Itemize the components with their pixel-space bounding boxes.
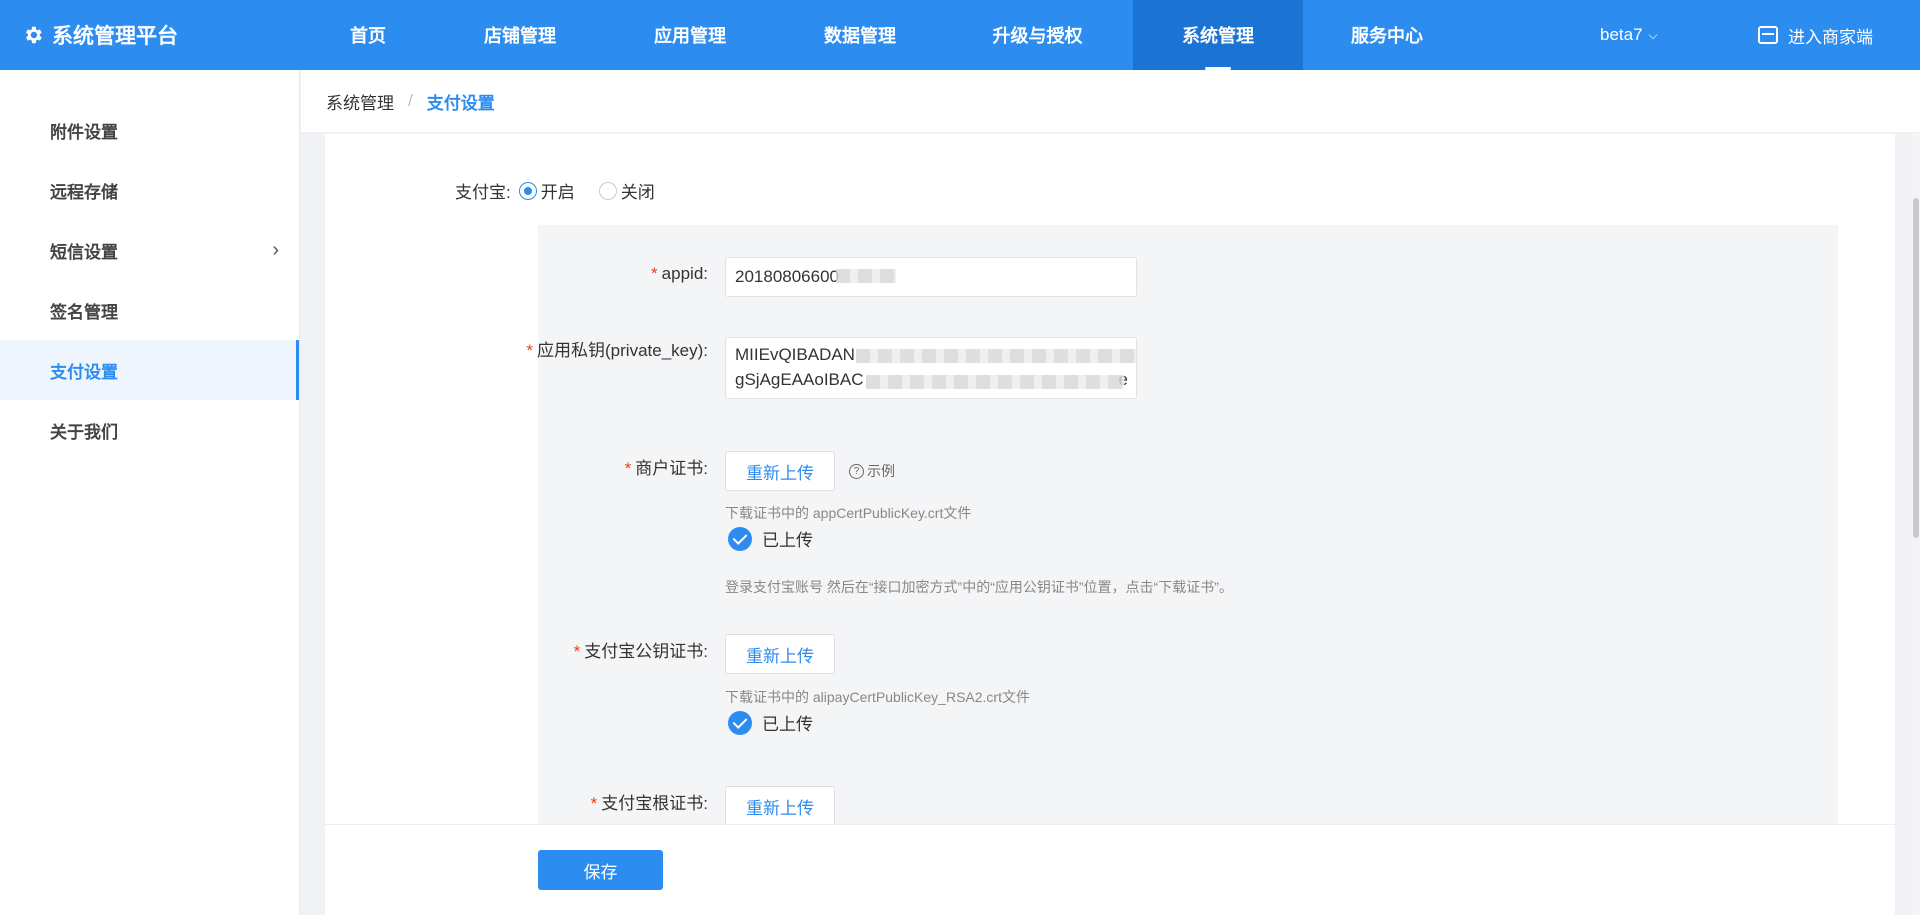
shop-icon (1758, 26, 1778, 44)
nav-store-management[interactable]: 店铺管理 (460, 0, 580, 70)
form-footer: 保存 (325, 824, 1895, 915)
appid-label-text: appid: (661, 264, 708, 283)
sidebar-item-label: 支付设置 (50, 362, 118, 382)
radio-on-label: 开启 (540, 183, 575, 202)
check-circle-icon (728, 526, 752, 551)
required-mark: * (651, 264, 658, 283)
required-mark: * (526, 341, 534, 360)
sidebar-item-label: 关于我们 (50, 422, 118, 442)
nav-data-management[interactable]: 数据管理 (800, 0, 920, 70)
alipay-root-cert-label-text: 支付宝根证书: (601, 794, 708, 813)
breadcrumb: 系统管理 / 支付设置 (301, 70, 1920, 133)
app-title: 系统管理平台 (52, 25, 178, 48)
radio-on[interactable]: 开启 (518, 178, 575, 203)
required-mark: * (590, 794, 598, 813)
alipay-pub-cert-hint: 下载证书中的 alipayCertPublicKey_RSA2.crt文件 (725, 689, 1030, 705)
breadcrumb-separator: / (408, 91, 413, 110)
alipay-pub-cert-uploaded-status: 已上传 (728, 710, 813, 735)
nav-system-management[interactable]: 系统管理 (1133, 0, 1303, 70)
app-logo[interactable]: 系统管理平台 (22, 0, 178, 70)
payment-settings-card: 支付宝: 开启 关闭 * appid: 20180806600 * 应用私钥(pri… (325, 134, 1895, 915)
private-key-textarea[interactable]: MIIEvQIBADAN gSjAgEAAoIBACe (725, 337, 1137, 399)
breadcrumb-current: 支付设置 (426, 93, 495, 113)
example-link[interactable]: ? 示例 (849, 461, 895, 481)
radio-off-indicator[interactable] (598, 181, 617, 200)
merchant-cert-label: * 商户证书: (508, 457, 708, 481)
scrollbar-thumb[interactable] (1913, 198, 1919, 538)
user-menu[interactable]: beta7 ⌵ (1600, 0, 1658, 70)
alipay-config-panel: * appid: 20180806600 * 应用私钥(private_key): … (526, 225, 1838, 826)
redaction-blur (836, 269, 896, 283)
sidebar-item-attachments[interactable]: 附件设置 (0, 100, 299, 160)
sidebar-item-label: 签名管理 (50, 302, 118, 322)
example-label: 示例 (867, 463, 895, 479)
sidebar-item-remote-storage[interactable]: 远程存储 (0, 160, 299, 220)
alipay-pub-cert-label: * 支付宝公钥证书: (508, 640, 708, 664)
redaction-blur (856, 349, 1136, 363)
alipay-toggle-row: 支付宝: 开启 关闭 (455, 178, 679, 203)
alipay-pub-cert-label-text: 支付宝公钥证书: (584, 642, 708, 661)
sidebar-item-label: 附件设置 (50, 122, 118, 142)
username: beta7 (1600, 25, 1643, 44)
nav-home[interactable]: 首页 (318, 0, 418, 70)
breadcrumb-parent[interactable]: 系统管理 (326, 89, 394, 114)
private-key-label: * 应用私钥(private_key): (516, 339, 708, 363)
alipay-label: 支付宝: (455, 183, 511, 202)
sidebar-item-sms[interactable]: 短信设置 › (0, 220, 299, 280)
check-circle-icon (728, 710, 752, 735)
required-mark: * (624, 459, 632, 478)
radio-off-label: 关闭 (620, 183, 655, 202)
radio-off[interactable]: 关闭 (598, 178, 655, 203)
scrollbar[interactable] (1912, 133, 1920, 915)
sidebar-item-label: 远程存储 (50, 182, 118, 202)
gear-icon (26, 26, 42, 44)
required-mark: * (573, 642, 581, 661)
nav-service-center[interactable]: 服务中心 (1327, 0, 1447, 70)
uploaded-label: 已上传 (762, 715, 813, 734)
nav-upgrade-license[interactable]: 升级与授权 (970, 0, 1105, 70)
appid-label: * appid: (508, 262, 708, 286)
merchant-cert-label-text: 商户证书: (635, 459, 708, 478)
merchant-cert-help: 登录支付宝账号 然后在“接口加密方式”中的“应用公钥证书”位置，点击“下载证书”… (725, 579, 1233, 595)
sidebar-item-payment[interactable]: 支付设置 (0, 340, 299, 400)
merchant-link-label: 进入商家端 (1788, 27, 1873, 47)
alipay-root-cert-label: * 支付宝根证书: (508, 792, 708, 816)
uploaded-label: 已上传 (762, 531, 813, 550)
save-button[interactable]: 保存 (538, 850, 663, 890)
merchant-cert-reupload-button[interactable]: 重新上传 (725, 451, 835, 491)
redaction-blur (866, 375, 1124, 389)
sidebar-item-label: 短信设置 (50, 242, 118, 262)
merchant-cert-hint: 下载证书中的 appCertPublicKey.crt文件 (725, 505, 972, 521)
merchant-cert-uploaded-status: 已上传 (728, 526, 813, 551)
appid-value: 20180806600 (735, 267, 840, 286)
private-key-label-text: 应用私钥(private_key): (537, 341, 708, 360)
sidebar-item-signature[interactable]: 签名管理 (0, 280, 299, 340)
alipay-root-cert-reupload-button[interactable]: 重新上传 (725, 786, 835, 826)
top-navbar: 系统管理平台 首页 店铺管理 应用管理 数据管理 升级与授权 系统管理 服务中心… (0, 0, 1920, 70)
appid-input[interactable]: 20180806600 (725, 257, 1137, 297)
radio-on-indicator[interactable] (518, 181, 537, 200)
sidebar-item-about[interactable]: 关于我们 (0, 400, 299, 460)
help-icon: ? (849, 463, 864, 479)
sidebar: 附件设置 远程存储 短信设置 › 签名管理 支付设置 关于我们 (0, 70, 300, 915)
enter-merchant-link[interactable]: 进入商家端 (1758, 0, 1873, 70)
alipay-pub-cert-reupload-button[interactable]: 重新上传 (725, 634, 835, 674)
nav-app-management[interactable]: 应用管理 (630, 0, 750, 70)
private-key-value: MIIEvQIBADAN gSjAgEAAoIBAC (735, 345, 864, 389)
chevron-down-icon: ⌵ (1648, 27, 1658, 42)
chevron-right-icon: › (272, 238, 279, 261)
